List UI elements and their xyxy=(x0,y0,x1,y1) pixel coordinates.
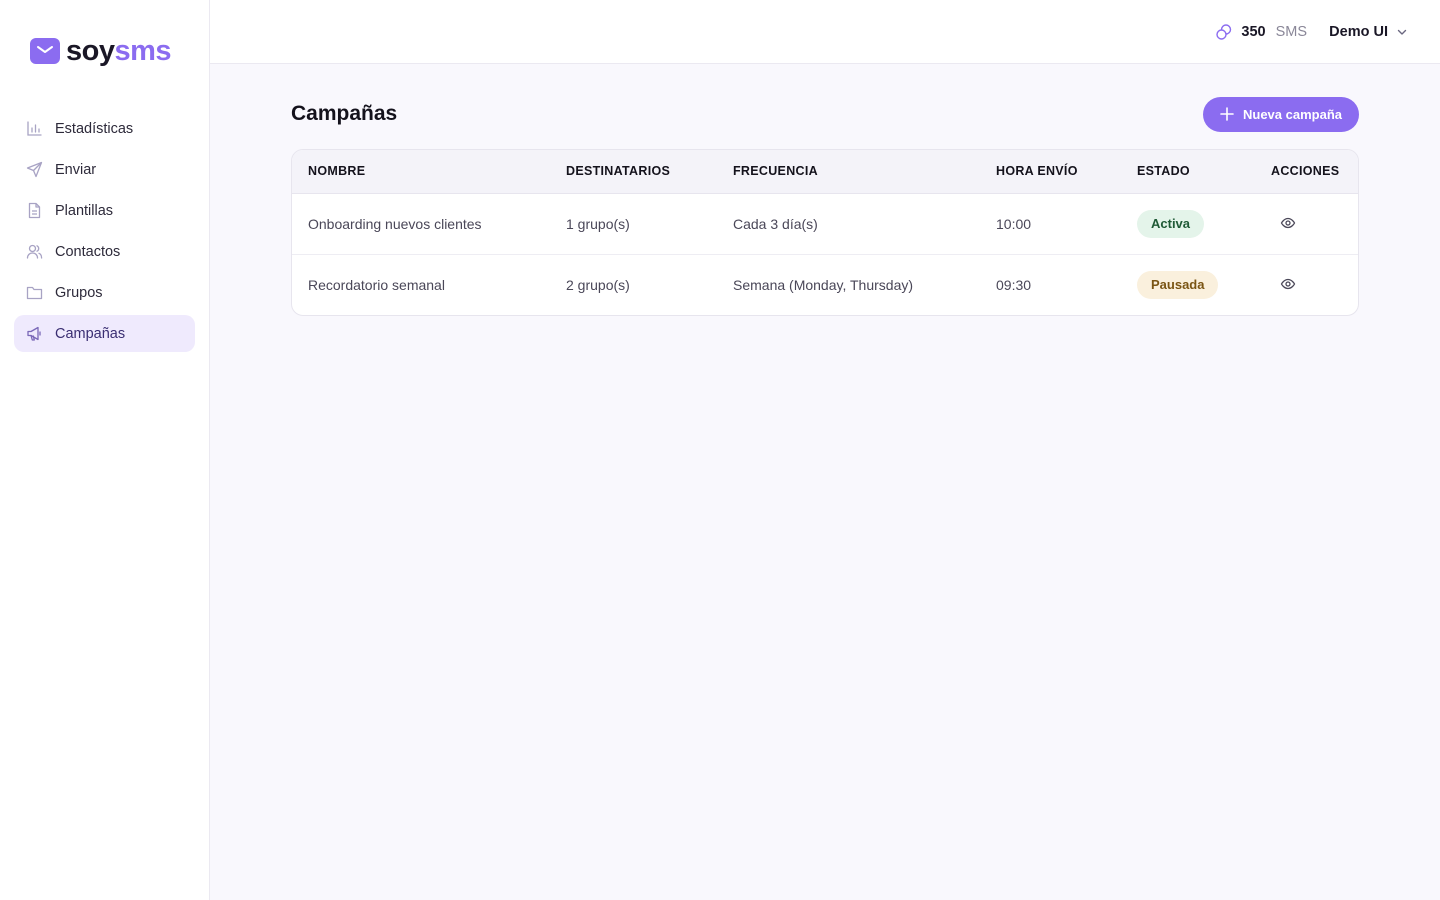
status-badge: Pausada xyxy=(1137,270,1219,299)
sidebar-item-label: Grupos xyxy=(55,284,103,301)
campaign-recipients: 2 grupo(s) xyxy=(550,253,717,315)
sidebar-item-label: Campañas xyxy=(55,325,126,342)
sms-credits: 350 SMS xyxy=(1215,22,1307,42)
user-name: Demo UI xyxy=(1329,24,1388,40)
column-header[interactable]: NOMBRE xyxy=(292,150,550,194)
sidebar-item-label: Estadísticas xyxy=(55,120,134,137)
column-header[interactable]: DESTINATARIOS xyxy=(550,150,717,194)
sidebar-item-label: Contactos xyxy=(55,243,121,260)
page-title: Campañas xyxy=(291,102,398,125)
actions-cell xyxy=(1255,253,1358,315)
campaign-name: Onboarding nuevos clientes xyxy=(308,215,482,232)
credits-value: 350 xyxy=(1241,24,1266,40)
sidebar-item-enviar[interactable]: Enviar xyxy=(14,151,195,188)
users-icon xyxy=(26,243,43,260)
sidebar-item-grupos[interactable]: Grupos xyxy=(14,274,195,311)
status-badge: Activa xyxy=(1137,209,1205,238)
sidebar-item-campanas[interactable]: Campañas xyxy=(14,315,195,352)
envelope-icon xyxy=(30,38,60,64)
coins-icon xyxy=(1215,23,1233,41)
main-content: Campañas Nueva campaña NOMBRE DESTINATAR… xyxy=(291,96,1359,316)
column-header[interactable]: ESTADO xyxy=(1121,150,1255,194)
sidebar-item-label: Plantillas xyxy=(55,202,114,219)
page-header: Campañas Nueva campaña xyxy=(291,96,1359,132)
credits-unit: SMS xyxy=(1275,24,1307,40)
document-icon xyxy=(26,202,43,219)
column-header[interactable]: HORA ENVÍO xyxy=(980,150,1121,194)
campaigns-table: NOMBRE DESTINATARIOS FRECUENCIA HORA ENV… xyxy=(291,149,1359,316)
user-menu[interactable]: Demo UI xyxy=(1329,22,1408,42)
view-icon[interactable] xyxy=(1278,274,1298,294)
table-header-row: NOMBRE DESTINATARIOS FRECUENCIA HORA ENV… xyxy=(292,150,1358,194)
campaign-time: 10:00 xyxy=(996,215,1032,232)
megaphone-icon xyxy=(26,325,43,342)
table-row[interactable]: Recordatorio semanal 2 grupo(s) Semana (… xyxy=(292,253,1358,315)
sidebar-nav: Estadísticas Enviar Plantillas Contactos… xyxy=(14,110,195,356)
table-row[interactable]: Onboarding nuevos clientes 1 grupo(s) Ca… xyxy=(292,193,1358,254)
send-icon xyxy=(26,161,43,178)
new-campaign-label: Nueva campaña xyxy=(1243,106,1342,122)
bar-chart-icon xyxy=(26,120,43,137)
logo-text: soysms xyxy=(66,35,172,67)
sidebar-item-estadisticas[interactable]: Estadísticas xyxy=(14,110,195,147)
new-campaign-button[interactable]: Nueva campaña xyxy=(1203,96,1359,132)
top-bar: 350 SMS Demo UI xyxy=(210,0,1440,64)
sidebar-item-plantillas[interactable]: Plantillas xyxy=(14,192,195,229)
column-header: ACCIONES xyxy=(1255,150,1358,194)
plus-icon xyxy=(1220,107,1234,121)
campaign-frequency: Semana (Monday, Thursday) xyxy=(717,253,980,315)
campaign-name: Recordatorio semanal xyxy=(292,253,550,315)
status-cell: Activa xyxy=(1121,193,1255,254)
folder-icon xyxy=(26,284,43,301)
logo[interactable]: soysms xyxy=(30,35,172,67)
sidebar-item-label: Enviar xyxy=(55,161,97,178)
status-cell: Pausada xyxy=(1121,253,1255,315)
column-header[interactable]: FRECUENCIA xyxy=(717,150,980,194)
campaign-frequency: Cada 3 día(s) xyxy=(733,215,818,232)
view-icon[interactable] xyxy=(1278,213,1298,233)
sidebar-item-contactos[interactable]: Contactos xyxy=(14,233,195,270)
campaign-time: 09:30 xyxy=(980,253,1121,315)
chevron-down-icon xyxy=(1396,26,1408,38)
campaign-recipients: 1 grupo(s) xyxy=(566,215,630,232)
sidebar: soysms Estadísticas Enviar Plantillas Co… xyxy=(0,0,210,900)
actions-cell xyxy=(1255,193,1358,254)
